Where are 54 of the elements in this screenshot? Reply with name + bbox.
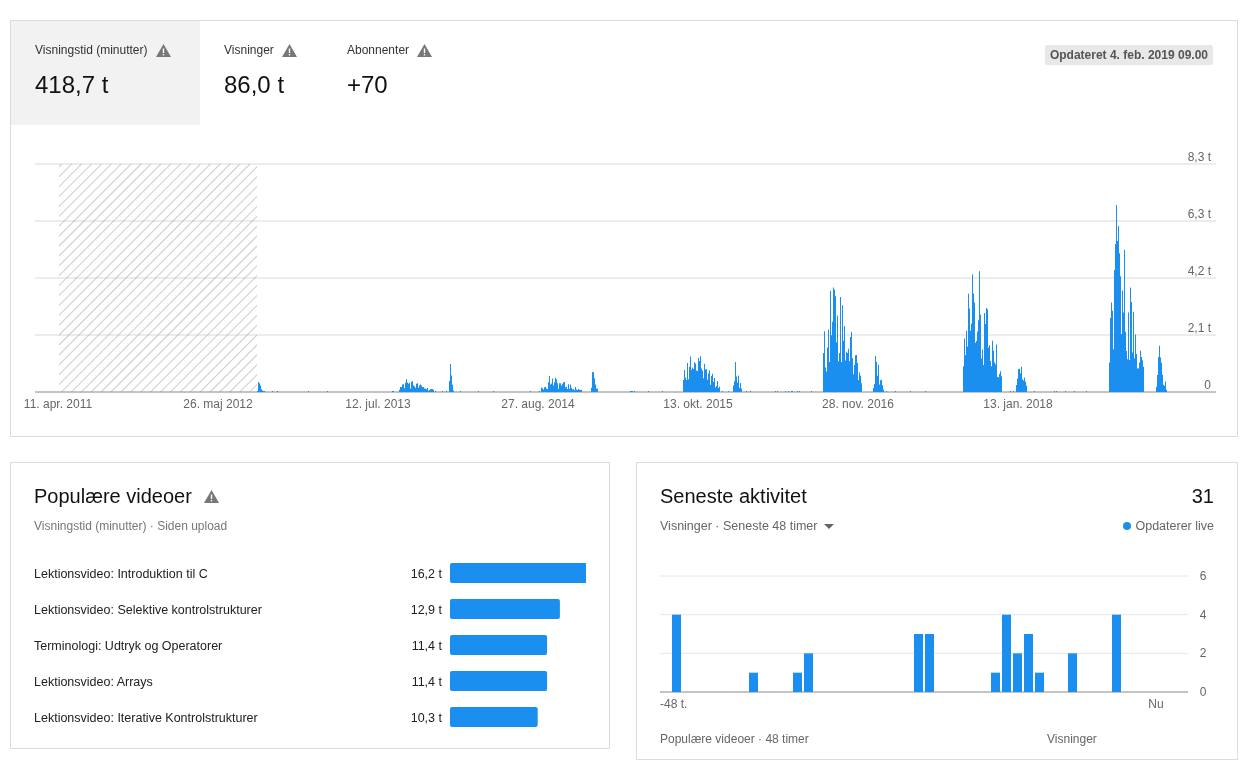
axis-label: 2 xyxy=(1199,646,1207,661)
caret-icon xyxy=(823,523,834,529)
metric-tab[interactable]: Visningstid (minutter) 418,7 t xyxy=(11,21,200,125)
views-bar xyxy=(1013,653,1022,692)
video-title[interactable]: Lektionsvideo: Iterative Kontrolstrukturer xyxy=(34,710,258,725)
views-bar xyxy=(804,653,813,692)
axis-label: 0 xyxy=(1199,684,1207,699)
video-title[interactable]: Lektionsvideo: Selektive kontrolstrukturer xyxy=(34,602,262,617)
axis-label: 28. nov. 2016 xyxy=(822,397,894,411)
views-bar xyxy=(1068,653,1077,692)
period-dropdown[interactable]: Visninger · Seneste 48 timer xyxy=(660,517,834,536)
watch-time-value: 11,4 t xyxy=(411,638,442,653)
axis-label: 6,3 t xyxy=(1187,207,1211,221)
warning-icon xyxy=(281,43,297,57)
card-title: Seneste aktivitet xyxy=(660,484,807,509)
views-bar xyxy=(793,672,802,692)
axis-label: 8,3 t xyxy=(1187,150,1211,164)
updated-badge: Opdateret 4. feb. 2019 09.00 xyxy=(1044,45,1213,65)
axis-label: -48 t. xyxy=(660,696,688,711)
video-title[interactable]: Lektionsvideo: Arrays xyxy=(34,674,153,689)
warning-icon xyxy=(203,489,219,503)
views-bar xyxy=(925,633,934,692)
views-bar xyxy=(749,672,758,692)
warning-icon xyxy=(417,43,433,57)
views-bar xyxy=(1035,672,1044,692)
axis-label: 6 xyxy=(1199,568,1207,583)
watch-time-value: 11,4 t xyxy=(411,674,442,689)
total-count: 31 xyxy=(1191,484,1214,509)
card-subtitle: Visningstid (minutter) · Siden upload xyxy=(34,518,229,535)
column-heading: Visninger xyxy=(1047,730,1097,748)
views-bar xyxy=(991,672,1000,692)
list-heading: Populære videoer · 48 timer xyxy=(660,730,810,748)
watch-time-value: 16,2 t xyxy=(410,566,442,581)
views-bar xyxy=(914,633,923,692)
axis-label: Nu xyxy=(1148,696,1164,711)
axis-label: 13. okt. 2015 xyxy=(663,397,733,411)
axis-label: 4 xyxy=(1199,607,1207,622)
axis-label: 13. jan. 2018 xyxy=(983,397,1053,411)
live-status: Opdaterer live xyxy=(1135,518,1214,535)
video-title[interactable]: Lektionsvideo: Introduktion til C xyxy=(34,566,208,581)
live-dot-icon xyxy=(1123,522,1132,531)
axis-label: 12. jul. 2013 xyxy=(345,397,411,411)
axis-label: 11. apr. 2011 xyxy=(23,397,93,411)
axis-label: 4,2 t xyxy=(1187,264,1211,278)
warning-icon xyxy=(155,43,171,57)
axis-label: 27. aug. 2014 xyxy=(501,397,575,411)
views-bar xyxy=(1024,633,1033,692)
video-title[interactable]: Terminologi: Udtryk og Operatorer xyxy=(34,638,223,653)
card-title: Populære videoer xyxy=(34,484,192,509)
axis-label: 2,1 t xyxy=(1187,321,1211,335)
axis-label: 26. maj 2012 xyxy=(183,397,253,411)
watch-time-value: 10,3 t xyxy=(410,710,442,725)
watch-time-value: 12,9 t xyxy=(410,602,442,617)
axis-label: 0 xyxy=(1204,378,1211,392)
